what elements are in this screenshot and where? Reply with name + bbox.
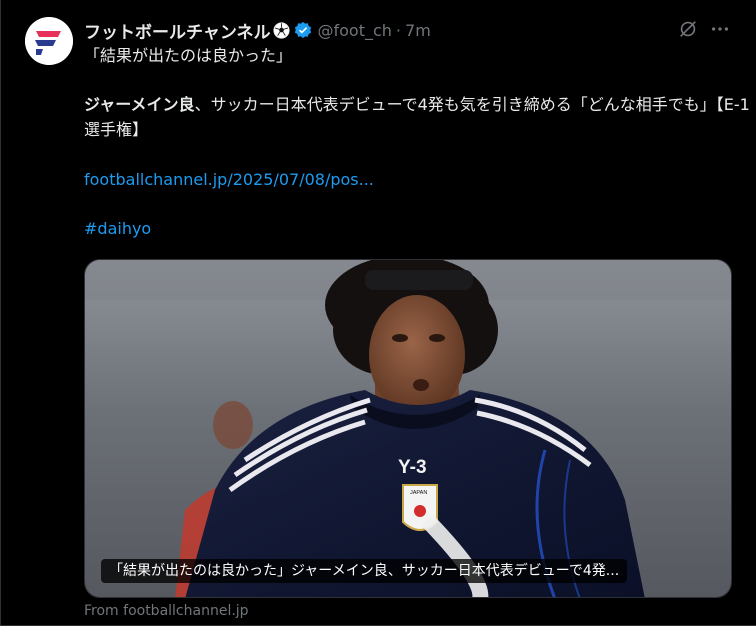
- post-header: フットボールチャンネル @foot_ch · 7m: [84, 18, 431, 43]
- timestamp[interactable]: 7m: [405, 21, 431, 40]
- shirt-brand-text: Y-3: [398, 457, 427, 478]
- display-name[interactable]: フットボールチャンネル: [84, 18, 271, 43]
- post-headline: ジャーメイン良、サッカー日本代表デビューで4発も気を引き締める「どんな相手でも」…: [84, 92, 752, 142]
- article-link[interactable]: footballchannel.jp/2025/07/08/pos...: [84, 170, 374, 189]
- avatar[interactable]: [25, 17, 73, 65]
- post[interactable]: フットボールチャンネル @foot_ch · 7m 「結果が出たのは良かった」 …: [0, 0, 756, 626]
- crest-text: JAPAN: [410, 490, 427, 496]
- hashtag-link[interactable]: #daihyo: [84, 219, 151, 238]
- post-quote-line: 「結果が出たのは良かった」: [84, 46, 293, 65]
- headline-bold: ジャーメイン良: [84, 95, 195, 114]
- handle[interactable]: @foot_ch: [318, 21, 392, 40]
- card-photo: Y-3 JAPAN: [85, 260, 731, 597]
- link-card[interactable]: Y-3 JAPAN 「結果が出たのは良かった」ジャーメイン良、サッカー日本代表デ…: [84, 259, 732, 598]
- card-source[interactable]: From footballchannel.jp: [84, 603, 249, 619]
- more-icon[interactable]: [709, 18, 731, 40]
- soccer-ball-icon: [272, 21, 290, 39]
- card-caption: 「結果が出たのは良かった」ジャーメイン良、サッカー日本代表デビューで4発...: [101, 559, 628, 583]
- grok-icon[interactable]: [677, 18, 699, 40]
- footballchannel-logo-icon: [25, 17, 73, 65]
- verified-badge-icon: [294, 21, 311, 39]
- separator-dot: ·: [395, 20, 402, 40]
